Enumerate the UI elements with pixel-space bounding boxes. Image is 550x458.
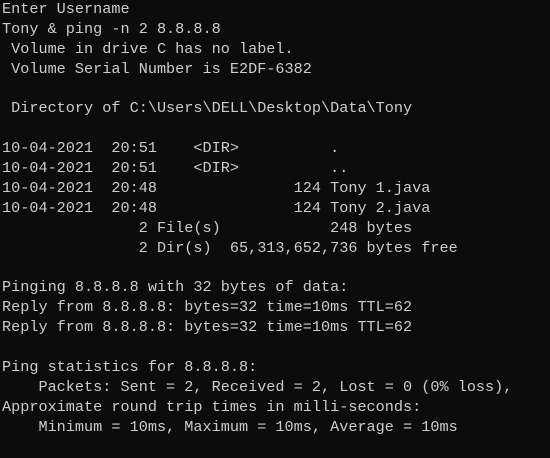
ping-reply-line: Reply from 8.8.8.8: bytes=32 time=10ms T… bbox=[2, 298, 413, 317]
pinging-line: Pinging 8.8.8.8 with 32 bytes of data: bbox=[2, 278, 349, 297]
packets-stats-line: Packets: Sent = 2, Received = 2, Lost = … bbox=[2, 377, 513, 396]
command-line: Tony & ping -n 2 8.8.8.8 bbox=[2, 19, 221, 38]
files-summary-line: 2 File(s) 248 bytes bbox=[2, 218, 413, 237]
file-entry-row: 10-04-2021 20:48 124 Tony 2.java bbox=[2, 198, 431, 217]
dir-entry-row: 10-04-2021 20:51 <DIR> . bbox=[2, 139, 340, 158]
rtt-header-line: Approximate round trip times in milli-se… bbox=[2, 397, 422, 416]
ping-reply-line: Reply from 8.8.8.8: bytes=32 time=10ms T… bbox=[2, 318, 413, 337]
dir-entry-row: 10-04-2021 20:51 <DIR> .. bbox=[2, 159, 349, 178]
directory-path-line: Directory of C:\Users\DELL\Desktop\Data\… bbox=[2, 99, 413, 118]
volume-serial-line: Volume Serial Number is E2DF-6382 bbox=[2, 59, 312, 78]
ping-stats-header: Ping statistics for 8.8.8.8: bbox=[2, 358, 258, 377]
file-entry-row: 10-04-2021 20:48 124 Tony 1.java bbox=[2, 179, 431, 198]
prompt-line: Enter Username bbox=[2, 0, 130, 18]
rtt-stats-line: Minimum = 10ms, Maximum = 10ms, Average … bbox=[2, 417, 458, 436]
console-output[interactable]: Enter Username Tony & ping -n 2 8.8.8.8 … bbox=[0, 0, 550, 458]
dirs-summary-line: 2 Dir(s) 65,313,652,736 bytes free bbox=[2, 238, 458, 257]
volume-label-line: Volume in drive C has no label. bbox=[2, 39, 294, 58]
